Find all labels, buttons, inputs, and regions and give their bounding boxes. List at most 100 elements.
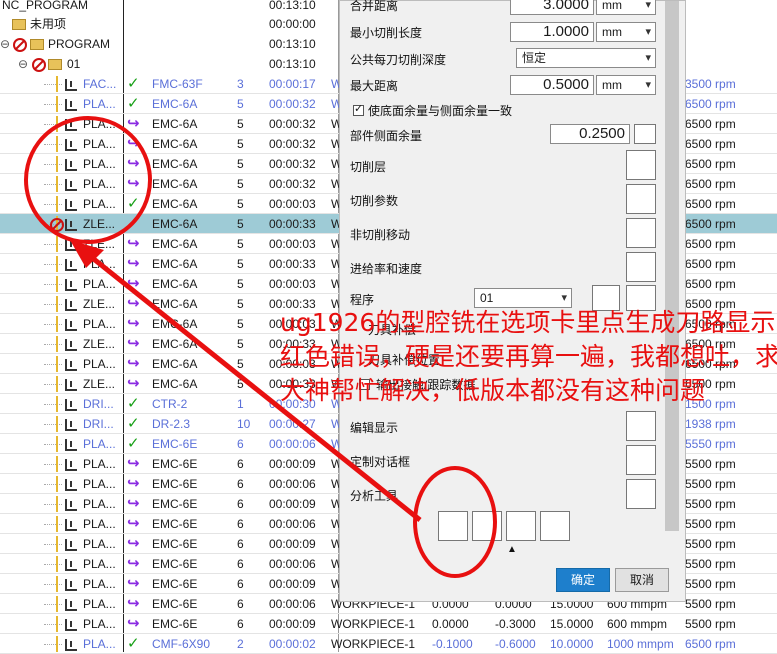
- replay-icon[interactable]: [472, 511, 502, 541]
- edit-display-icon[interactable]: [626, 411, 656, 441]
- cut-levels-icon[interactable]: [626, 150, 656, 180]
- expand-icon[interactable]: ▲: [507, 544, 517, 555]
- status-marker: [56, 256, 58, 272]
- operation-type-icon: [65, 619, 77, 631]
- min-cut-length-unit[interactable]: mm: [596, 22, 656, 42]
- tree-connector: [44, 164, 62, 165]
- geometry-name: WORKPIECE-1: [331, 617, 416, 631]
- lock-icon[interactable]: [634, 124, 656, 144]
- status-icon: ↪: [127, 275, 140, 292]
- operation-type-icon: [65, 459, 77, 471]
- part-side-stock-input[interactable]: 0.2500: [550, 124, 630, 144]
- machining-time: 00:00:33: [269, 217, 316, 231]
- status-icon: ↪: [127, 615, 140, 632]
- spindle-speed: 5500 rpm: [685, 537, 736, 551]
- operation-name: PLA...: [83, 157, 116, 171]
- tool-name: EMC-6A: [152, 217, 198, 231]
- machining-time: 00:00:03: [269, 197, 316, 211]
- status-icon: ↪: [127, 595, 140, 612]
- operation-type-icon: [65, 119, 77, 131]
- operation-type-icon: [65, 639, 77, 651]
- status-icon: ✓: [127, 195, 140, 212]
- same-stock-checkbox[interactable]: [353, 102, 364, 116]
- tool-name: EMC-6E: [152, 437, 198, 451]
- operation-value: 600 mmpm: [607, 617, 668, 631]
- merge-distance-unit[interactable]: mm: [596, 0, 656, 15]
- max-distance-unit[interactable]: mm: [596, 75, 656, 95]
- tool-name: EMC-6A: [152, 177, 198, 191]
- collapse-icon[interactable]: ⊖: [18, 54, 28, 74]
- status-marker: [56, 136, 58, 152]
- status-icon: ↪: [127, 535, 140, 552]
- common-depth-select[interactable]: 恒定: [516, 48, 656, 68]
- operation-type-icon: [65, 239, 77, 251]
- status-icon: ↪: [127, 575, 140, 592]
- operation-row[interactable]: PLA... ↪ EMC-6E 6 00:00:09 WORKPIECE-1 0.0000-…: [0, 614, 777, 634]
- feeds-speeds-icon[interactable]: [626, 252, 656, 282]
- status-icon: ↪: [127, 515, 140, 532]
- tree-connector: [44, 464, 62, 465]
- tree-unused-time: 00:00:00: [269, 17, 316, 31]
- ok-button[interactable]: 确定: [556, 568, 610, 592]
- operation-type-icon: [65, 419, 77, 431]
- error-icon: [50, 214, 64, 234]
- dialog-scrollbar[interactable]: [665, 1, 679, 531]
- spindle-speed: 5500 rpm: [685, 617, 736, 631]
- non-cut-moves-icon[interactable]: [626, 218, 656, 248]
- collapse-icon[interactable]: ⊖: [0, 34, 10, 54]
- tool-name: EMC-6A: [152, 377, 198, 391]
- analysis-tools-icon[interactable]: [626, 479, 656, 509]
- status-marker: [56, 516, 58, 532]
- program-select[interactable]: 01: [474, 288, 572, 308]
- cut-params-icon[interactable]: [626, 184, 656, 214]
- machining-time: 00:00:17: [269, 77, 316, 91]
- operation-type-icon: [65, 179, 77, 191]
- status-marker: [56, 376, 58, 392]
- tree-connector: [44, 444, 62, 445]
- spindle-speed: 5500 rpm: [685, 577, 736, 591]
- generate-toolpath-icon[interactable]: [438, 511, 468, 541]
- status-icon: ↪: [127, 455, 140, 472]
- tool-number: 6: [237, 457, 244, 471]
- min-cut-length-input[interactable]: 1.0000: [510, 22, 594, 42]
- tool-name: EMC-6A: [152, 357, 198, 371]
- verify-icon[interactable]: [506, 511, 536, 541]
- list-icon[interactable]: [540, 511, 570, 541]
- tree-connector: [44, 624, 62, 625]
- tool-number: 5: [237, 217, 244, 231]
- status-marker: [56, 416, 58, 432]
- machining-time: 00:00:06: [269, 597, 316, 611]
- machining-time: 00:00:32: [269, 117, 316, 131]
- tree-connector: [44, 144, 62, 145]
- status-marker: [56, 276, 58, 292]
- operation-name: ZLE...: [83, 377, 116, 391]
- max-distance-input[interactable]: 0.5000: [510, 75, 594, 95]
- operation-type-icon: [65, 159, 77, 171]
- operation-name: PLA...: [83, 437, 116, 451]
- operation-name: PLA...: [83, 137, 116, 151]
- merge-distance-label: 合并距离: [350, 0, 399, 13]
- tree-connector: [44, 484, 62, 485]
- tool-name: EMC-6A: [152, 337, 198, 351]
- status-icon: ↪: [127, 555, 140, 572]
- tree-connector: [44, 104, 62, 105]
- spindle-speed: 5500 rpm: [685, 557, 736, 571]
- status-marker: [56, 456, 58, 472]
- operation-type-icon: [65, 199, 77, 211]
- operation-type-icon: [65, 379, 77, 391]
- tool-name: EMC-6A: [152, 197, 198, 211]
- tool-number: 5: [237, 137, 244, 151]
- operation-row[interactable]: PLA... ✓ CMF-6X90 2 00:00:02 WORKPIECE-1 -0.10…: [0, 634, 777, 654]
- spindle-speed: 5550 rpm: [685, 437, 736, 451]
- spindle-speed: 5500 rpm: [685, 597, 736, 611]
- tool-number: 1: [237, 397, 244, 411]
- status-icon: ↪: [127, 495, 140, 512]
- tree-connector: [44, 284, 62, 285]
- tree-root-label: NC_PROGRAM: [2, 0, 89, 12]
- machining-time: 00:00:06: [269, 477, 316, 491]
- status-marker: [56, 596, 58, 612]
- operation-name: PLA...: [83, 577, 116, 591]
- merge-distance-input[interactable]: 3.0000: [510, 0, 594, 15]
- custom-dialog-icon[interactable]: [626, 445, 656, 475]
- cancel-button[interactable]: 取消: [615, 568, 669, 592]
